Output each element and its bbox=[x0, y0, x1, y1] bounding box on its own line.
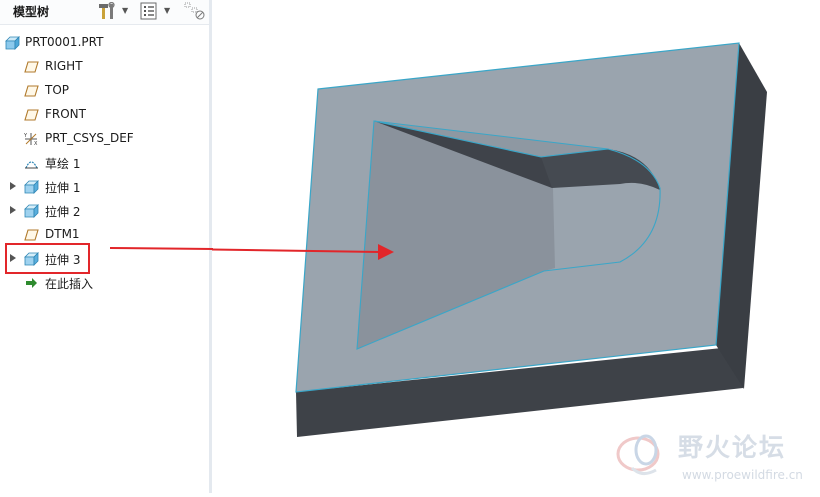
watermark: 野火论坛 www.proewildfire.cn bbox=[612, 426, 812, 488]
model-3d-view bbox=[109, 42, 767, 437]
expand-arrow-icon[interactable] bbox=[9, 205, 17, 215]
tree-item-label: PRT_CSYS_DEF bbox=[45, 131, 134, 145]
svg-text:Y: Y bbox=[24, 133, 28, 139]
datum-plane-icon bbox=[24, 109, 39, 121]
sketch-icon bbox=[25, 161, 38, 169]
tree-item-label: 拉伸 1 bbox=[45, 181, 81, 195]
expand-arrow-icon[interactable] bbox=[9, 181, 17, 191]
coordinate-system-icon: Y X bbox=[24, 133, 38, 146]
tree-item-extrude-1[interactable]: 拉伸 1 bbox=[0, 176, 209, 198]
insert-here-arrow-icon bbox=[26, 278, 37, 288]
tree-item-label: 草绘 1 bbox=[45, 157, 81, 171]
svg-text:X: X bbox=[34, 141, 38, 146]
tree-item-label: 拉伸 2 bbox=[45, 205, 81, 219]
tree-item-sketch-1[interactable]: 草绘 1 bbox=[0, 152, 209, 174]
tree-item-extrude-2[interactable]: 拉伸 2 bbox=[0, 200, 209, 222]
hammer-wrench-icon[interactable] bbox=[96, 2, 118, 20]
settings-dropdown-caret-icon[interactable]: ▼ bbox=[164, 6, 170, 15]
annotation-arrow-tail bbox=[109, 247, 213, 250]
datum-plane-icon bbox=[24, 229, 39, 241]
tree-filter-icon[interactable] bbox=[184, 2, 206, 20]
tree-item-label: PRT0001.PRT bbox=[25, 35, 104, 49]
tree-item-right[interactable]: RIGHT bbox=[0, 56, 209, 78]
tree-list-icon[interactable] bbox=[139, 2, 159, 20]
model-tree-title: 模型树 bbox=[13, 5, 50, 19]
tree-item-label: FRONT bbox=[45, 107, 86, 121]
extrude-icon bbox=[24, 204, 39, 218]
tree-item-label: DTM1 bbox=[45, 227, 80, 241]
watermark-url: www.proewildfire.cn bbox=[682, 468, 803, 482]
model-tree-toolbar: 模型树 ▼ ▼ bbox=[0, 0, 209, 25]
annotation-highlight-box bbox=[5, 243, 90, 274]
tree-item-label: 在此插入 bbox=[45, 277, 94, 291]
tree-item-label: TOP bbox=[45, 83, 70, 97]
tree-item-insert-here[interactable]: 在此插入 bbox=[0, 272, 209, 294]
part-icon bbox=[5, 36, 20, 50]
datum-plane-icon bbox=[24, 61, 39, 73]
tree-item-top[interactable]: TOP bbox=[0, 80, 209, 102]
graphics-viewport[interactable] bbox=[109, 0, 820, 493]
watermark-logo-icon bbox=[616, 434, 660, 475]
extrude-icon bbox=[24, 180, 39, 194]
tree-item-label: RIGHT bbox=[45, 59, 83, 73]
tree-item-front[interactable]: FRONT bbox=[0, 104, 209, 126]
tree-item-csys[interactable]: Y X PRT_CSYS_DEF bbox=[0, 128, 209, 150]
tools-dropdown-caret-icon[interactable]: ▼ bbox=[122, 6, 128, 15]
datum-plane-icon bbox=[24, 85, 39, 97]
tree-item-root-part[interactable]: PRT0001.PRT bbox=[0, 32, 209, 54]
watermark-text: 野火论坛 bbox=[678, 433, 787, 462]
